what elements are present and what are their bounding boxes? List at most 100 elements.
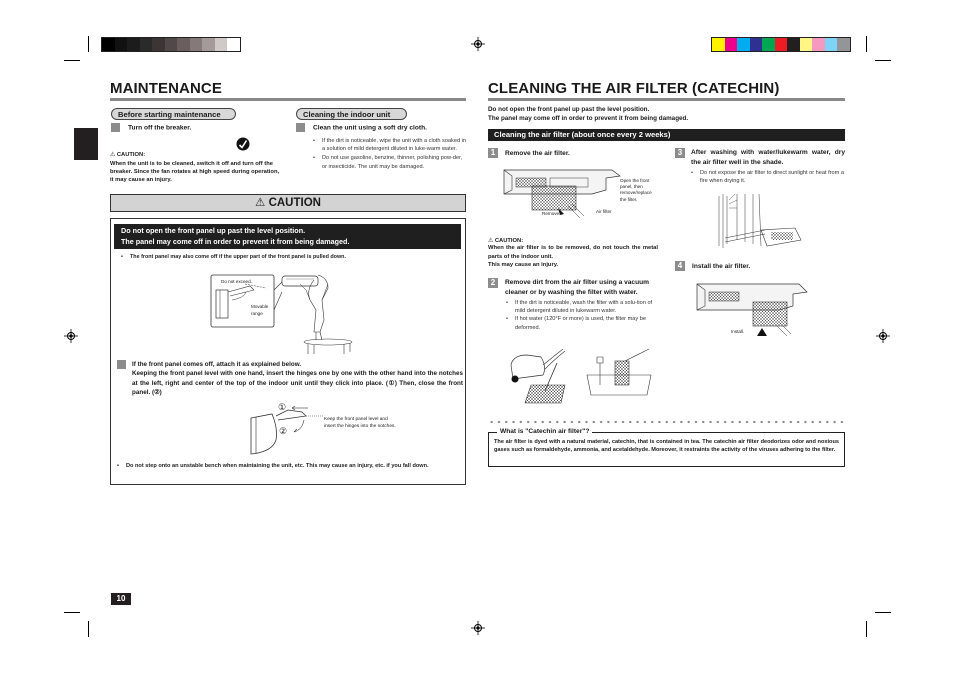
color-swatch: [177, 38, 190, 51]
movable-label: Movable: [251, 304, 269, 309]
figure-vacuum-wash: [505, 345, 655, 411]
color-swatch: [189, 38, 202, 51]
color-swatch: [202, 38, 215, 51]
step-number: 2: [488, 278, 498, 288]
step-marker: [117, 360, 126, 369]
intro-line: The panel may come off in order to preve…: [488, 115, 689, 122]
page-title: MAINTENANCE: [110, 80, 222, 97]
before-maintenance-pill: Before starting maintenance: [111, 108, 236, 120]
color-swatch: [227, 38, 240, 51]
open-panel-note: Open the front panel, then remove/replac…: [620, 178, 652, 203]
caution-text: When the air filter is to be removed, do…: [488, 245, 658, 260]
color-swatch: [774, 38, 787, 51]
caution-heading: ⚠ CAUTION: [110, 194, 466, 212]
color-swatch: [139, 38, 152, 51]
color-swatch: [724, 38, 737, 51]
step-2: 2 Remove dirt from the air filter using …: [488, 278, 660, 297]
color-swatch: [812, 38, 825, 51]
remove-label: Remove.: [542, 211, 561, 216]
page-number: 10: [111, 593, 131, 605]
color-swatch: [749, 38, 762, 51]
bullet: Do not expose the air filter to direct s…: [688, 169, 846, 185]
registration-mark-icon: [471, 621, 485, 635]
crop-mark: [866, 36, 867, 52]
figure-install-filter: Install.: [695, 280, 825, 338]
registration-mark-icon: [64, 329, 78, 343]
note-line: remove/replace: [620, 190, 652, 196]
bullet: Do not step onto an unstable bench when …: [114, 462, 464, 470]
breaker-caution: ⚠ CAUTION: When the unit is to be cleane…: [110, 151, 280, 184]
band-line: The panel may come off in order to preve…: [121, 236, 350, 246]
hinge-note-line: Keep the front panel level and: [324, 417, 388, 422]
bullet: If the dirt is noticeable, wash the filt…: [503, 299, 661, 315]
note-line: the filter.: [620, 196, 638, 202]
cleaning-indoor-pill: Cleaning the indoor unit: [296, 108, 407, 120]
intro-line: Do not open the front panel up past the …: [488, 106, 650, 113]
step-marker: [296, 123, 305, 132]
step2-bullets: If the dirt is noticeable, wash the filt…: [503, 299, 661, 332]
step-1: 1 Remove the air filter.: [488, 148, 570, 158]
bench-bullet: Do not step onto an unstable bench when …: [114, 462, 464, 470]
dotted-separator: [488, 420, 845, 424]
figure-remove-filter: Open the front panel, then remove/replac…: [502, 166, 662, 224]
install-label: Install.: [731, 329, 745, 334]
air-filter-label: Air filter: [596, 209, 612, 214]
cleaning-band: Cleaning the air filter (about once ever…: [488, 129, 845, 141]
step-title: After washing with water/lukewarm water,…: [691, 149, 845, 166]
step-turn-off-breaker: Turn off the breaker.: [111, 123, 191, 132]
catechin-info-box: What is "Catechin air filter"? The air f…: [488, 428, 845, 467]
caution-heading-text: CAUTION: [268, 197, 321, 209]
caution-bullet: The front panel may also come off if the…: [118, 253, 463, 261]
color-swatch: [837, 38, 850, 51]
band-line: Do not open the front panel up past the …: [121, 226, 306, 235]
bullet: Do not use gasoline, benzine, thinner, p…: [310, 154, 468, 170]
step-number: 4: [675, 261, 685, 271]
bullet: If the dirt is noticeable, wipe the unit…: [310, 137, 468, 153]
step-3: 3 After washing with water/lukewarm wate…: [675, 148, 845, 167]
figure-dry-shade: [715, 190, 805, 252]
color-swatch: [102, 38, 115, 51]
color-swatch: [799, 38, 812, 51]
crop-mark: [875, 60, 891, 61]
intro-text: Do not open the front panel up past the …: [488, 105, 688, 123]
step3-bullets: Do not expose the air filter to direct s…: [688, 169, 846, 185]
step-clean-unit: Clean the unit using a soft dry cloth.: [296, 123, 427, 132]
title-rule: [488, 98, 845, 101]
step-title: Remove dirt from the air filter using a …: [505, 279, 649, 296]
step-text: Turn off the breaker.: [128, 124, 192, 132]
caution-label: CAUTION:: [116, 152, 146, 158]
figure-hinge: ① ② Keep the front panel level and inser…: [248, 400, 418, 458]
color-swatch: [152, 38, 165, 51]
section-tab: [74, 128, 98, 160]
color-swatch: [127, 38, 140, 51]
catechin-text: The air filter is dyed with a natural ma…: [494, 439, 839, 454]
registration-mark-icon: [471, 37, 485, 51]
no-touch-icon: [236, 137, 250, 151]
caution-text: This may cause an injury.: [488, 262, 559, 269]
callout-number-2: ②: [279, 426, 288, 436]
page-title: CLEANING THE AIR FILTER (CATECHIN): [488, 80, 780, 97]
color-swatch: [787, 38, 800, 51]
range-label: range: [251, 311, 263, 316]
caution-text: When the unit is to be cleaned, switch i…: [110, 160, 280, 183]
color-swatch: [762, 38, 775, 51]
catechin-title: What is "Catechin air filter"?: [497, 428, 593, 435]
step-4: 4 Install the air filter.: [675, 261, 750, 271]
step-number: 1: [488, 148, 498, 158]
step-title: Install the air filter.: [692, 262, 751, 270]
color-swatch: [114, 38, 127, 51]
step-body: Keeping the front panel level with one h…: [132, 370, 463, 397]
indoor-bullets: If the dirt is noticeable, wipe the unit…: [310, 137, 468, 171]
color-swatch: [164, 38, 177, 51]
crop-mark: [875, 612, 891, 613]
title-rule: [110, 98, 466, 101]
step-text: Clean the unit using a soft dry cloth.: [313, 124, 427, 132]
step-marker: [111, 123, 120, 132]
step-title: If the front panel comes off, attach it …: [132, 361, 302, 368]
color-swatch: [824, 38, 837, 51]
crop-mark: [64, 612, 80, 613]
color-swatch: [712, 38, 725, 51]
warning-triangle-icon: ⚠: [110, 152, 116, 158]
crop-mark: [866, 621, 867, 637]
filter-caution: ⚠ CAUTION: When the air filter is to be …: [488, 238, 658, 270]
